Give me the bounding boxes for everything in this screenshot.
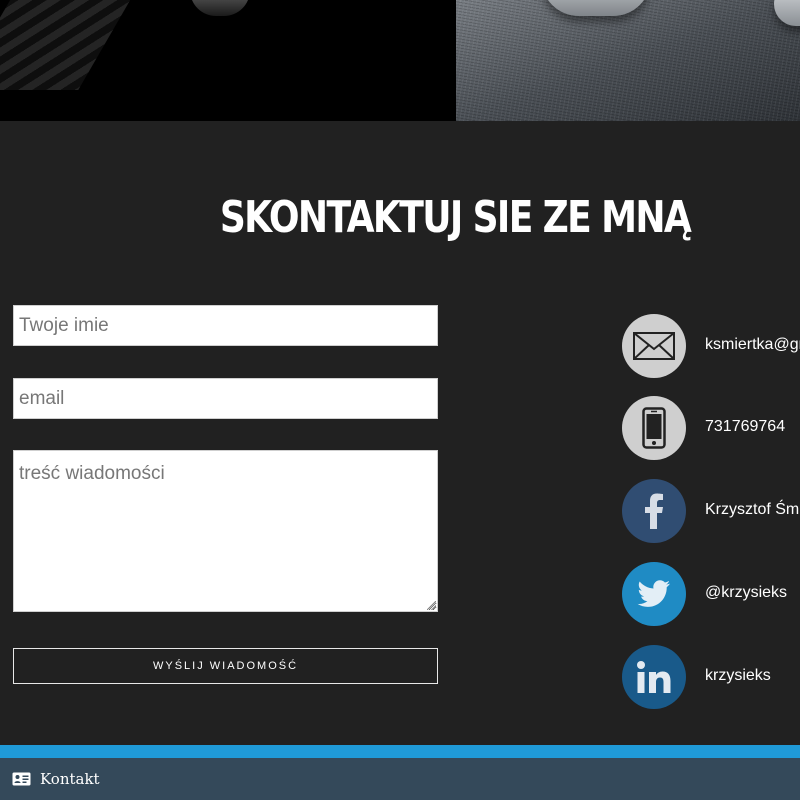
facebook-icon: [622, 479, 686, 543]
name-input[interactable]: [13, 305, 438, 346]
contact-email-text: ksmiertka@gm: [705, 336, 800, 353]
email-input[interactable]: [13, 378, 438, 419]
chess-pieces-photo: [456, 0, 800, 121]
bottom-bar: Kontakt: [0, 758, 800, 800]
contact-twitter[interactable]: @krzysieks: [622, 562, 800, 626]
header-photo-strip: [0, 0, 800, 121]
chess-piece-decoration: [190, 0, 250, 16]
tab-kontakt[interactable]: Kontakt: [12, 770, 100, 788]
contact-phone-text: 731769764: [705, 418, 786, 435]
page: SKONTAKTUJ SIE ZE MNĄ WYŚLIJ WIADOMOŚĆ k…: [0, 0, 800, 800]
id-card-icon: [12, 772, 31, 786]
chess-piece-decoration: [774, 0, 800, 26]
send-message-button[interactable]: WYŚLIJ WIADOMOŚĆ: [13, 648, 438, 684]
contact-twitter-text: @krzysieks: [705, 584, 788, 601]
twitter-icon: [622, 562, 686, 626]
contact-linkedin-text: krzysieks: [705, 667, 771, 684]
message-textarea[interactable]: [13, 450, 438, 612]
chessboard-photo: [0, 0, 456, 121]
contact-heading: SKONTAKTUJ SIE ZE MNĄ: [219, 192, 692, 243]
contact-email[interactable]: ksmiertka@gm: [622, 314, 800, 378]
linkedin-icon: [622, 645, 686, 709]
envelope-icon: [622, 314, 686, 378]
contact-facebook-text: Krzysztof Śmie: [705, 501, 800, 518]
bottom-accent-stripe: [0, 745, 800, 758]
contact-phone[interactable]: 731769764: [622, 396, 800, 460]
contact-linkedin[interactable]: krzysieks: [622, 645, 800, 709]
chess-piece-decoration: [541, 0, 651, 16]
tab-kontakt-label: Kontakt: [40, 770, 100, 788]
smartphone-icon: [622, 396, 686, 460]
chessboard-decoration: [0, 0, 142, 90]
contact-facebook[interactable]: Krzysztof Śmie: [622, 479, 800, 543]
